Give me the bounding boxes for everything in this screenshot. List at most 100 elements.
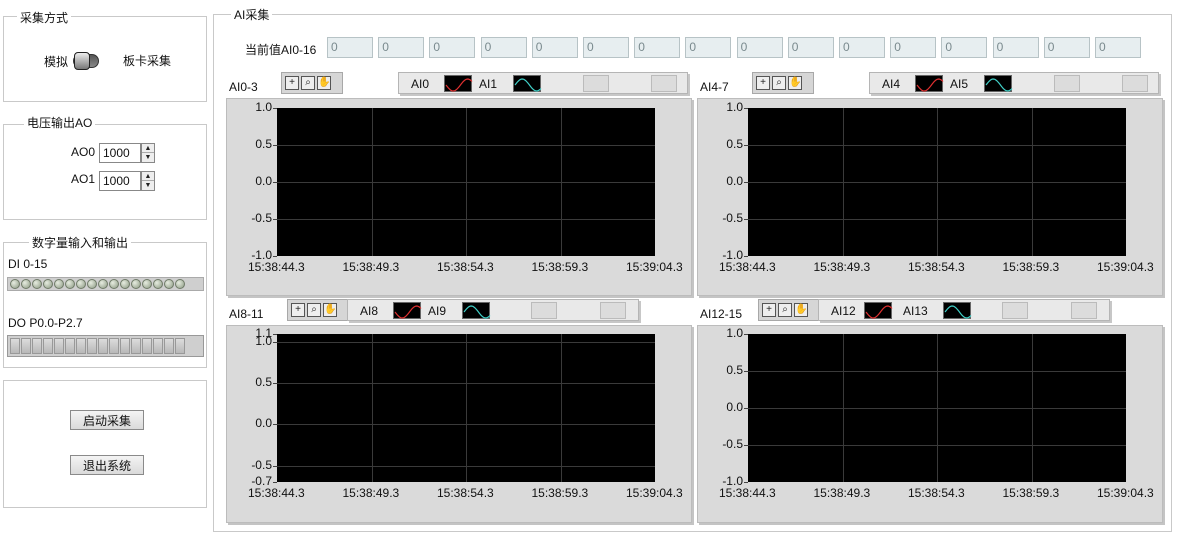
y-tick-label: 0.0 (726, 174, 743, 188)
pan-hand-icon[interactable]: ✋ (794, 303, 808, 317)
spin-down-icon[interactable]: ▼ (142, 153, 154, 162)
legend-swatch-cyan[interactable] (462, 302, 491, 319)
y-tick-mark (744, 256, 748, 257)
di-led (21, 279, 31, 289)
crosshair-icon[interactable]: + (285, 76, 299, 90)
legend-empty-slot[interactable] (531, 302, 557, 319)
x-tick-label: 15:38:59.3 (1002, 260, 1060, 274)
zoom-icon[interactable]: ⌕ (778, 303, 792, 317)
di-led (153, 279, 163, 289)
legend-series-name: AI12 (831, 304, 856, 318)
grid-line (748, 219, 1126, 220)
legend-empty-slot[interactable] (651, 75, 677, 92)
legend-empty-slot[interactable] (1071, 302, 1097, 319)
plot-area[interactable] (748, 108, 1126, 256)
legend-empty-slot[interactable] (600, 302, 626, 319)
acq-mode-group (3, 16, 207, 102)
do-bit-button[interactable] (120, 338, 130, 354)
y-tick-label: 0.5 (726, 363, 743, 377)
ao1-input[interactable]: 1000 (99, 171, 141, 191)
pan-hand-icon[interactable]: ✋ (317, 76, 331, 90)
graph-tools-palette: + ⌕ ✋ (752, 72, 814, 94)
do-bit-button[interactable] (43, 338, 53, 354)
legend-swatch-cyan[interactable] (943, 302, 972, 319)
legend-empty-slot[interactable] (583, 75, 609, 92)
zoom-icon[interactable]: ⌕ (772, 76, 786, 90)
legend-series-name: AI4 (882, 77, 901, 91)
di-label: DI 0-15 (8, 257, 48, 271)
plot-legend[interactable]: AI0 AI1 (398, 72, 688, 94)
do-bit-button[interactable] (10, 338, 20, 354)
exit-system-button[interactable]: 退出系统 (70, 455, 144, 475)
do-bit-button[interactable] (54, 338, 64, 354)
spin-up-icon[interactable]: ▲ (142, 144, 154, 153)
start-acquisition-button[interactable]: 启动采集 (70, 410, 144, 430)
ao0-spinner[interactable]: ▲ ▼ (141, 143, 155, 163)
do-bit-button[interactable] (164, 338, 174, 354)
y-tick-mark (744, 108, 748, 109)
pan-hand-icon[interactable]: ✋ (788, 76, 802, 90)
do-bit-button[interactable] (76, 338, 86, 354)
acq-mode-toggle[interactable] (73, 52, 99, 70)
spin-down-icon[interactable]: ▼ (142, 181, 154, 190)
y-tick-label: 0.5 (255, 375, 272, 390)
grid-line (277, 342, 655, 344)
do-bit-button[interactable] (65, 338, 75, 354)
plot-area[interactable] (277, 334, 655, 482)
plot-legend[interactable]: AI4 AI5 (869, 72, 1159, 94)
y-tick-mark (273, 108, 277, 109)
legend-swatch-red[interactable] (444, 75, 473, 92)
legend-empty-slot[interactable] (1122, 75, 1148, 92)
grid-line (277, 182, 655, 183)
x-tick-label: 15:39:04.3 (626, 486, 683, 500)
legend-empty-slot[interactable] (1002, 302, 1028, 319)
legend-empty-slot[interactable] (1054, 75, 1080, 92)
do-bit-button[interactable] (98, 338, 108, 354)
do-bit-button[interactable] (87, 338, 97, 354)
do-bit-button[interactable] (153, 338, 163, 354)
plot-legend[interactable]: AI12 AI13 (818, 299, 1110, 321)
acq-mode-right-label: 板卡采集 (123, 54, 172, 68)
y-tick-mark (744, 445, 748, 446)
do-bit-button[interactable] (32, 338, 42, 354)
x-tick-label: 15:38:54.3 (437, 486, 494, 500)
di-led (164, 279, 174, 289)
y-tick-mark (273, 219, 277, 220)
plot-area[interactable] (277, 108, 655, 256)
zoom-icon[interactable]: ⌕ (301, 76, 315, 90)
grid-line (371, 334, 373, 482)
x-tick-label: 15:38:49.3 (813, 486, 871, 500)
pan-hand-icon[interactable]: ✋ (323, 303, 337, 317)
do-bit-button[interactable] (21, 338, 31, 354)
y-tick-label: -0.5 (251, 457, 272, 472)
grid-line (560, 334, 562, 482)
do-bit-button[interactable] (131, 338, 141, 354)
crosshair-icon[interactable]: + (762, 303, 776, 317)
do-bit-button[interactable] (142, 338, 152, 354)
ao1-spinner[interactable]: ▲ ▼ (141, 171, 155, 191)
plot-area[interactable] (748, 334, 1126, 482)
spin-up-icon[interactable]: ▲ (142, 172, 154, 181)
legend-swatch-red[interactable] (393, 302, 422, 319)
x-tick-label: 15:39:04.3 (626, 260, 683, 274)
legend-swatch-red[interactable] (915, 75, 944, 92)
y-tick-label: 0.0 (255, 416, 272, 431)
crosshair-icon[interactable]: + (756, 76, 770, 90)
do-bit-button[interactable] (109, 338, 119, 354)
legend-series-name: AI1 (479, 77, 498, 91)
crosshair-icon[interactable]: + (291, 303, 305, 317)
do-bit-button[interactable] (175, 338, 185, 354)
zoom-icon[interactable]: ⌕ (307, 303, 321, 317)
legend-swatch-cyan[interactable] (984, 75, 1013, 92)
legend-series-name: AI13 (903, 304, 928, 318)
di-led (109, 279, 119, 289)
y-tick-label: 1.0 (726, 100, 743, 114)
do-button-array[interactable] (7, 335, 204, 357)
y-tick-mark (744, 219, 748, 220)
di-led (131, 279, 141, 289)
plot-legend[interactable]: AI8 AI9 (347, 299, 639, 321)
ao0-input[interactable]: 1000 (99, 143, 141, 163)
legend-swatch-cyan[interactable] (513, 75, 542, 92)
x-tick-label: 15:38:54.3 (437, 260, 494, 274)
legend-swatch-red[interactable] (864, 302, 893, 319)
